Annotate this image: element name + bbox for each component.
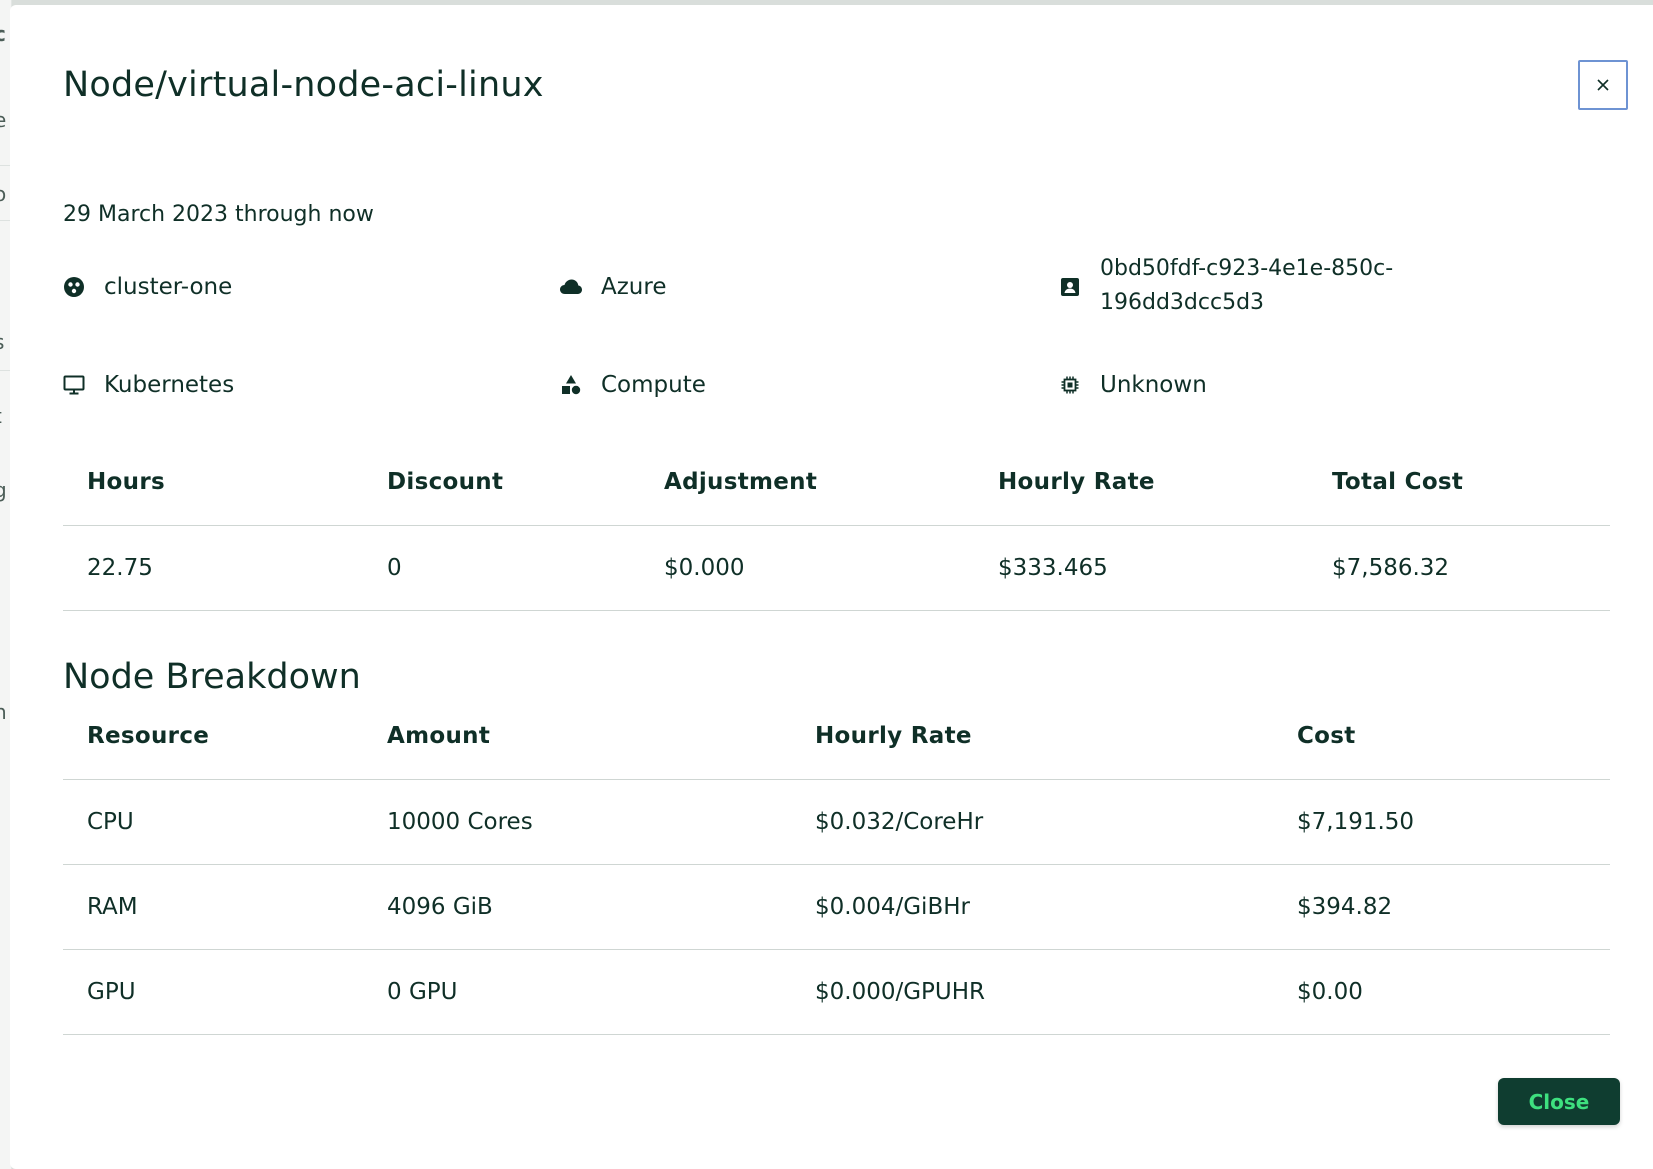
adjustment-cell: $0.000 xyxy=(640,525,974,611)
table-row: CPU 10000 Cores $0.032/CoreHr $7,191.50 xyxy=(63,779,1610,865)
background-text-fragment: s xyxy=(0,330,4,354)
discount-cell: 0 xyxy=(363,525,640,611)
table-row: GPU 0 GPU $0.000/GPUHR $0.00 xyxy=(63,949,1610,1035)
total-cost-cell: $7,586.32 xyxy=(1308,525,1610,611)
meta-category: Compute xyxy=(559,367,706,403)
meta-type: Unknown xyxy=(1058,367,1207,403)
resource-cell: GPU xyxy=(63,949,363,1035)
amount-cell: 0 GPU xyxy=(363,949,791,1035)
column-header-resource: Resource xyxy=(63,694,363,780)
column-header-cost: Cost xyxy=(1273,694,1610,780)
background-text-fragment: h xyxy=(0,700,7,724)
chip-icon xyxy=(1058,367,1082,403)
platform-label: Kubernetes xyxy=(104,372,235,398)
category-shapes-icon xyxy=(559,367,583,403)
column-header-total-cost: Total Cost xyxy=(1308,440,1610,526)
hours-cell: 22.75 xyxy=(63,525,363,611)
node-details-modal: Node/virtual-node-aci-linux 29 March 202… xyxy=(10,5,1653,1169)
amount-cell: 4096 GiB xyxy=(363,864,791,950)
meta-cluster: cluster-one xyxy=(62,269,232,305)
column-header-amount: Amount xyxy=(363,694,791,780)
close-icon xyxy=(1597,79,1609,91)
summary-header-row: Hours Discount Adjustment Hourly Rate To… xyxy=(63,440,1610,526)
breakdown-header-row: Resource Amount Hourly Rate Cost xyxy=(63,694,1610,780)
meta-provider: Azure xyxy=(559,269,667,305)
account-label: 0bd50fdf-c923-4e1e-850c-196dd3dcc5d3 xyxy=(1100,256,1394,315)
table-row: RAM 4096 GiB $0.004/GiBHr $394.82 xyxy=(63,864,1610,950)
background-text-fragment: o xyxy=(0,182,6,206)
meta-account: 0bd50fdf-c923-4e1e-850c-196dd3dcc5d3 xyxy=(1058,252,1430,320)
hourly-rate-cell: $0.004/GiBHr xyxy=(791,864,1273,950)
background-text-fragment: e xyxy=(0,108,6,132)
cost-cell: $394.82 xyxy=(1273,864,1610,950)
background-text-fragment: g xyxy=(0,478,7,502)
resource-cell: CPU xyxy=(63,779,363,865)
background-text-fragment: t xyxy=(0,404,2,428)
hourly-rate-cell: $333.465 xyxy=(974,525,1308,611)
column-header-hourly-rate: Hourly Rate xyxy=(974,440,1308,526)
provider-label: Azure xyxy=(601,274,667,300)
category-label: Compute xyxy=(601,372,706,398)
amount-cell: 10000 Cores xyxy=(363,779,791,865)
column-header-discount: Discount xyxy=(363,440,640,526)
hourly-rate-cell: $0.032/CoreHr xyxy=(791,779,1273,865)
modal-title: Node/virtual-node-aci-linux xyxy=(63,65,544,105)
node-breakdown-table: Resource Amount Hourly Rate Cost CPU 100… xyxy=(63,694,1610,1035)
cost-cell: $7,191.50 xyxy=(1273,779,1610,865)
column-header-hourly-rate: Hourly Rate xyxy=(791,694,1273,780)
monitor-icon xyxy=(62,367,86,403)
meta-platform: Kubernetes xyxy=(62,367,234,403)
resource-cell: RAM xyxy=(63,864,363,950)
date-range: 29 March 2023 through now xyxy=(63,202,374,227)
hourly-rate-cell: $0.000/GPUHR xyxy=(791,949,1273,1035)
account-box-icon xyxy=(1058,269,1082,305)
cluster-label: cluster-one xyxy=(104,274,233,300)
close-button[interactable]: Close xyxy=(1498,1078,1620,1125)
type-label: Unknown xyxy=(1100,372,1207,398)
column-header-adjustment: Adjustment xyxy=(640,440,974,526)
summary-table: Hours Discount Adjustment Hourly Rate To… xyxy=(63,440,1610,611)
cost-cell: $0.00 xyxy=(1273,949,1610,1035)
cloud-icon xyxy=(559,269,583,305)
background-text-fragment: c xyxy=(0,22,6,46)
column-header-hours: Hours xyxy=(63,440,363,526)
cluster-icon xyxy=(62,269,86,305)
table-row: 22.75 0 $0.000 $333.465 $7,586.32 xyxy=(63,525,1610,611)
close-modal-button[interactable] xyxy=(1578,60,1628,110)
node-breakdown-title: Node Breakdown xyxy=(63,657,361,697)
